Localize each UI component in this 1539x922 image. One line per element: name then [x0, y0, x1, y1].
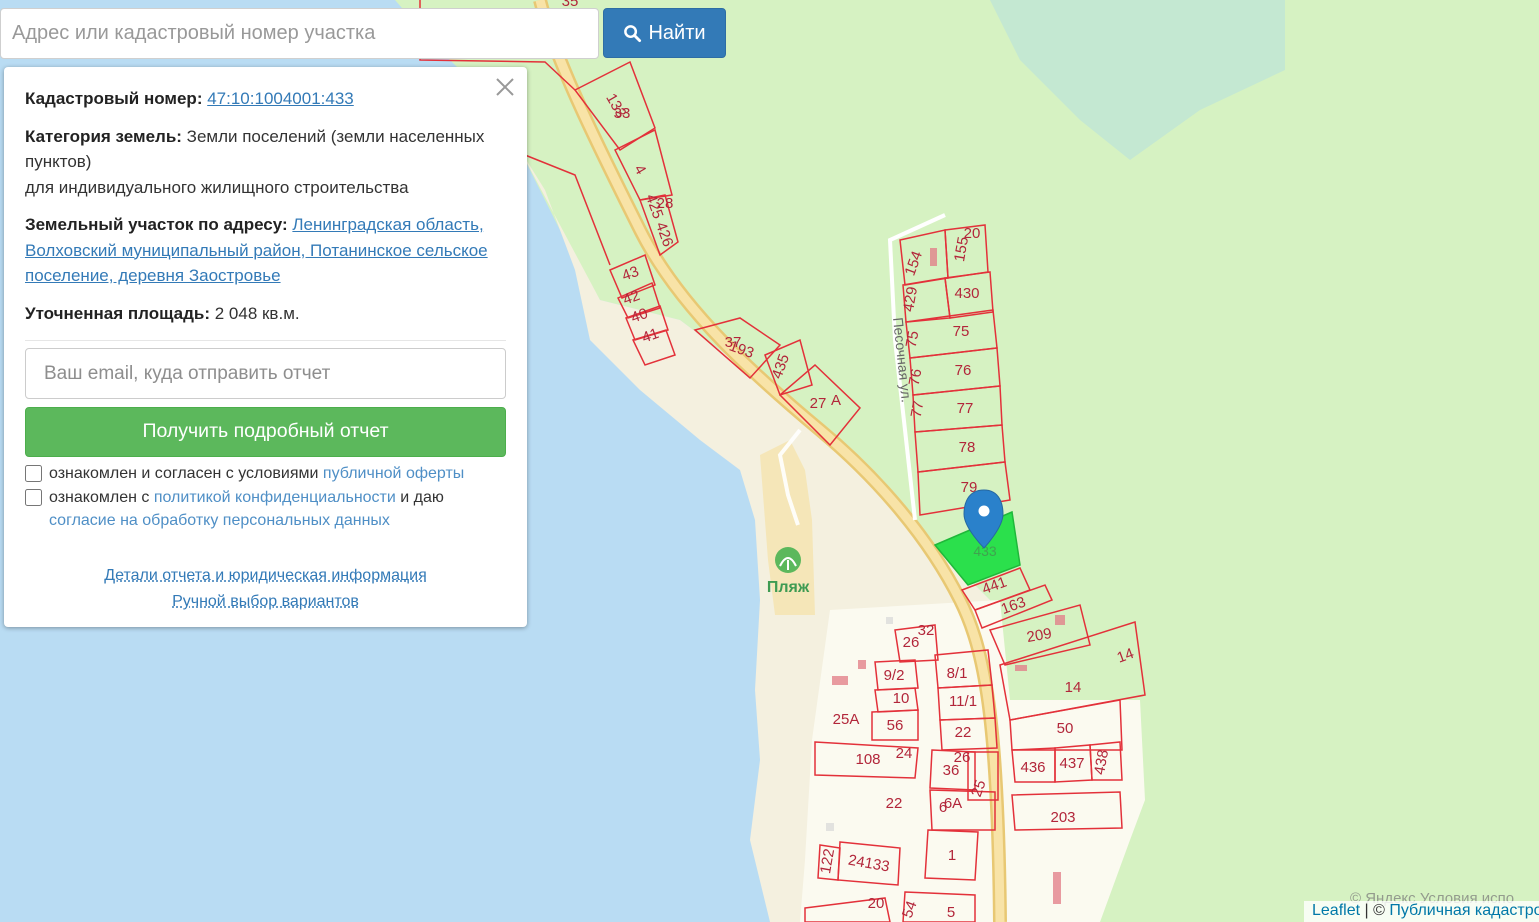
parcel-number-label: 56 [887, 717, 904, 734]
public-offer-link[interactable]: публичной оферты [323, 465, 464, 482]
manual-selection-link[interactable]: Ручной выбор вариантов [172, 589, 359, 615]
consent-privacy-middle: и даю [400, 488, 444, 506]
parcel-number-label: 25А [833, 711, 860, 728]
parcel-number-label: 10 [893, 690, 910, 707]
parcel-number-label: 26 [954, 749, 971, 766]
parcel-number-label: 32 [918, 622, 935, 639]
address-label: Земельный участок по адресу: [25, 215, 288, 234]
parcel-number-label: 14 [1065, 679, 1082, 696]
parcel-number-label: 203 [1050, 809, 1075, 826]
parcel-number-label: 24 [896, 745, 913, 762]
parcel-number-label: 8/1 [947, 665, 968, 682]
parcel-number-label: 22 [955, 724, 972, 741]
report-details-link[interactable]: Детали отчета и юридическая информация [104, 563, 427, 589]
parcel-number-label: 37 [725, 334, 742, 351]
address-row: Земельный участок по адресу: Ленинградск… [25, 212, 506, 289]
parcel-number-label: А [831, 392, 841, 409]
email-field[interactable] [25, 348, 506, 399]
leaflet-link[interactable]: Leaflet [1312, 902, 1360, 919]
cadastral-label: Кадастровый номер: [25, 89, 203, 108]
search-input[interactable] [0, 8, 599, 59]
parcel-number-label: 11/1 [949, 693, 977, 710]
beach-label: Пляж [767, 579, 810, 596]
search-button[interactable]: Найти [603, 8, 726, 58]
parcel-number-label: 437 [1059, 755, 1084, 772]
category-label: Категория земель: [25, 126, 182, 146]
parcel-number-label: 33 [614, 105, 631, 122]
consent-offer-row: ознакомлен и согласен с условиями публич… [25, 462, 506, 486]
map-attribution: Leaflet | © Публичная кадастровая карта [1304, 901, 1539, 922]
consent-privacy-checkbox[interactable] [25, 488, 42, 506]
parcel-info-panel: Кадастровый номер: 47:10:1004001:433 Кат… [4, 67, 527, 627]
parcel-number-label: 9/2 [884, 667, 905, 684]
cadastral-map-link[interactable]: Публичная кадастровая карта [1389, 902, 1539, 919]
parcel-number-label: 77 [957, 400, 974, 417]
consent-offer-checkbox[interactable] [25, 465, 42, 482]
parcel-number-label: 1 [948, 847, 956, 864]
consent-offer-text: ознакомлен и согласен с условиями [49, 465, 319, 482]
close-icon[interactable] [493, 75, 517, 99]
panel-footer-links: Детали отчета и юридическая информация Р… [25, 563, 506, 615]
get-report-button[interactable]: Получить подробный отчет [25, 407, 506, 457]
cadastral-number-link[interactable]: 47:10:1004001:433 [207, 89, 354, 108]
category-purpose: для индивидуального жилищного строительс… [25, 177, 409, 197]
parcel-number-label: 78 [959, 439, 976, 456]
parcel-number-label: 77 [908, 400, 928, 419]
area-label: Уточненная площадь: [25, 303, 210, 323]
search-button-label: Найти [648, 21, 706, 44]
consent-privacy-row: ознакомлен с политикой конфиденциальност… [25, 486, 506, 533]
cadastral-row: Кадастровый номер: 47:10:1004001:433 [25, 86, 506, 112]
parcel-number-label: 5 [947, 904, 955, 921]
parcel-number-label: 20 [964, 225, 981, 242]
consent-privacy-text: ознакомлен с [49, 488, 150, 506]
search-icon [624, 24, 642, 42]
panel-divider [25, 340, 506, 341]
attribution-separator: | © [1364, 902, 1385, 919]
beach-icon [775, 547, 801, 573]
parcel-number-label: 108 [855, 751, 880, 768]
area-row: Уточненная площадь: 2 048 кв.м. [25, 301, 506, 327]
parcel-number-label: 436 [1020, 759, 1045, 776]
parcel-number-label: 20 [868, 895, 885, 912]
parcel-number-label: 75 [903, 330, 923, 349]
parcel-number-label: 76 [955, 362, 972, 379]
parcel-number-label: 75 [953, 323, 970, 340]
parcel-number-label: 430 [954, 285, 979, 302]
category-row: Категория земель: Земли поселений (земли… [25, 124, 506, 201]
personal-data-consent-link[interactable]: согласие на обработку персональных данны… [49, 512, 390, 529]
parcel-number-label: 50 [1057, 720, 1074, 737]
parcel-number-label: 6 [939, 799, 947, 816]
parcel-number-label: 27 [810, 395, 827, 412]
parcel-number-label: 76 [906, 368, 926, 387]
parcel-number-label: 28 [657, 195, 674, 212]
area-value: 2 048 кв.м. [214, 303, 300, 323]
privacy-policy-link[interactable]: политикой конфиденциальности [154, 489, 396, 506]
parcel-number-label: 22 [886, 795, 903, 812]
